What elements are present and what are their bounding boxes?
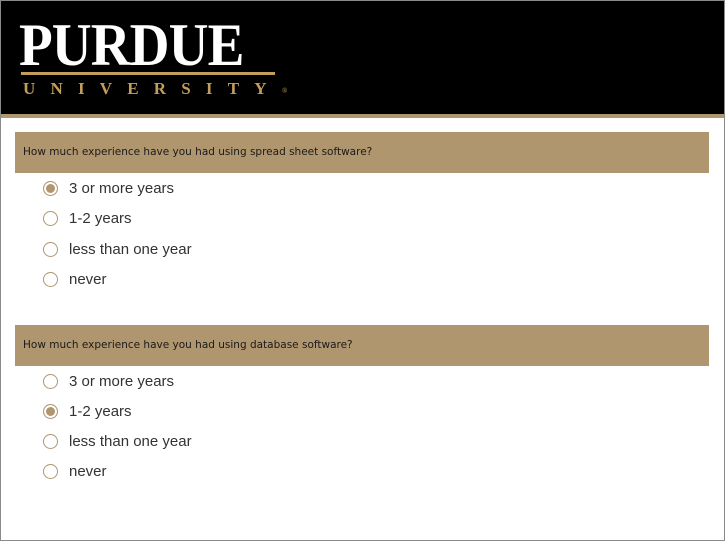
radio-button[interactable] xyxy=(43,463,58,479)
option-label: less than one year xyxy=(69,240,192,258)
option-label: 3 or more years xyxy=(69,179,175,197)
option-label: never xyxy=(69,462,107,480)
q2-option-3-or-more-years[interactable]: 3 or more years xyxy=(43,371,174,391)
question-2-text: How much experience have you had using d… xyxy=(23,339,353,351)
option-label: 3 or more years xyxy=(69,372,175,390)
header-banner: PURDUE UNIVERSITY ® xyxy=(1,1,724,114)
option-label: less than one year xyxy=(69,432,192,450)
trademark-symbol: ® xyxy=(282,87,288,95)
q1-option-1-2-years[interactable]: 1-2 years xyxy=(43,208,132,228)
option-label: 1-2 years xyxy=(69,402,132,420)
university-subtitle: UNIVERSITY xyxy=(23,79,282,98)
q2-option-less-than-one-year[interactable]: less than one year xyxy=(43,431,192,451)
option-label: never xyxy=(69,270,107,288)
q2-option-1-2-years[interactable]: 1-2 years xyxy=(43,401,132,421)
radio-button[interactable] xyxy=(43,180,58,196)
purdue-wordmark: PURDUE xyxy=(19,12,244,78)
q1-option-3-or-more-years[interactable]: 3 or more years xyxy=(43,178,174,198)
option-label: 1-2 years xyxy=(69,209,132,227)
radio-button[interactable] xyxy=(43,403,58,419)
question-2-header: How much experience have you had using d… xyxy=(15,325,709,366)
q1-option-never[interactable]: never xyxy=(43,269,107,289)
q2-option-never[interactable]: never xyxy=(43,461,107,481)
radio-button[interactable] xyxy=(43,210,58,226)
radio-button[interactable] xyxy=(43,271,58,287)
logo-divider xyxy=(21,72,275,75)
question-1-header: How much experience have you had using s… xyxy=(15,132,709,173)
radio-button[interactable] xyxy=(43,433,58,449)
radio-button[interactable] xyxy=(43,241,58,257)
header-divider xyxy=(1,114,724,118)
radio-button[interactable] xyxy=(43,373,58,389)
q1-option-less-than-one-year[interactable]: less than one year xyxy=(43,239,192,259)
question-1-text: How much experience have you had using s… xyxy=(23,146,373,158)
